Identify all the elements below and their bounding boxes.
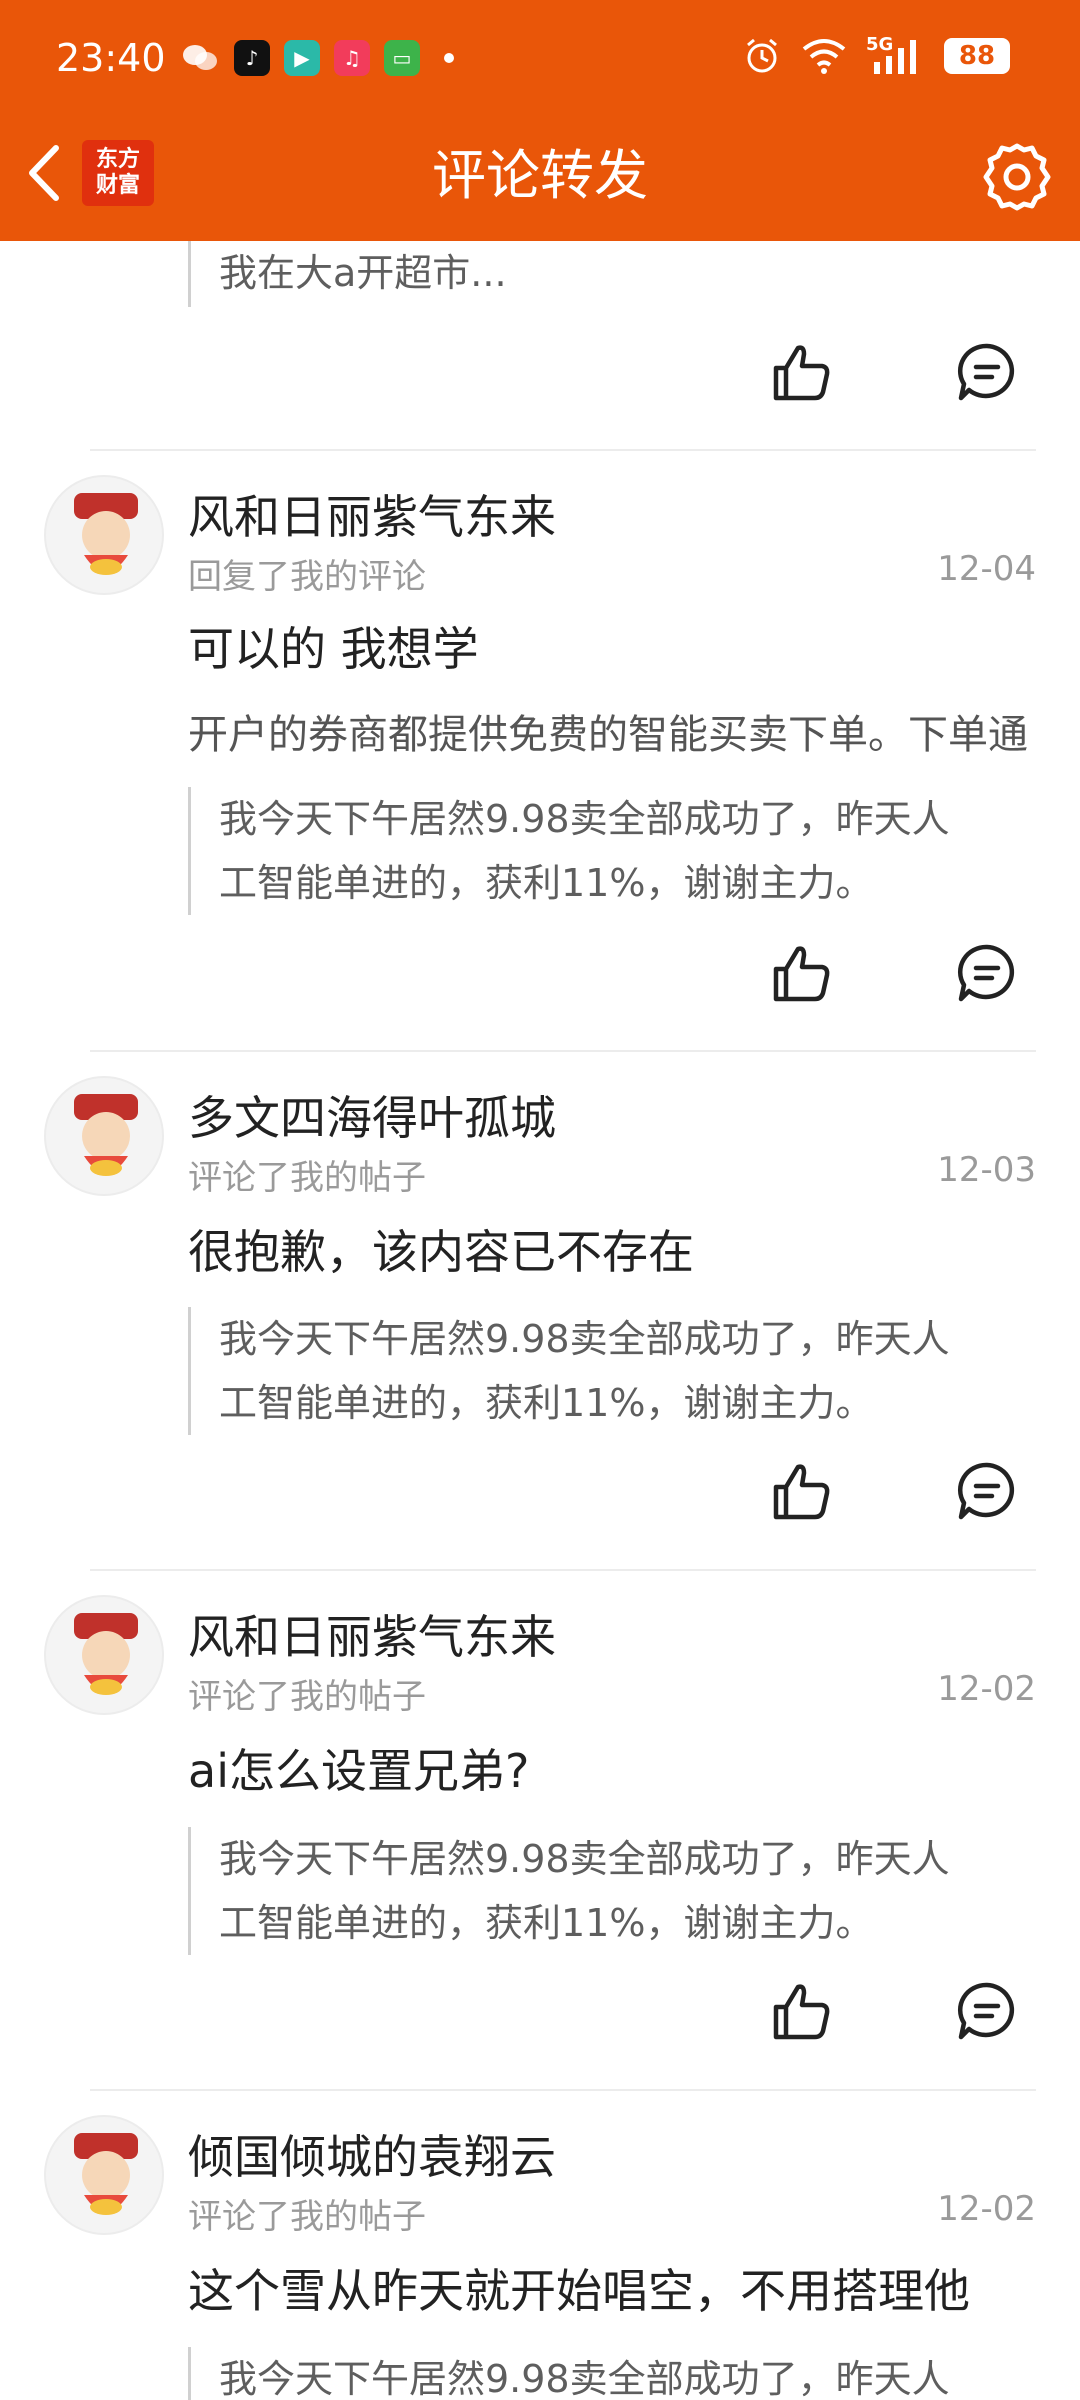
avatar[interactable] xyxy=(44,475,164,595)
app-header: 23:40 ♪ ▶ ♫ ▭ 5G 88 东方 财富 评论转发 xyxy=(0,0,1080,241)
quoted-line: 我今天下午居然9.98卖全部成功了，昨天人 xyxy=(219,797,950,841)
username[interactable]: 风和日丽紫气东来 xyxy=(188,1601,556,1667)
quoted-post-text: 我在大a开超市... xyxy=(219,251,507,295)
divider xyxy=(90,1569,1036,1571)
quoted-line: 我今天下午居然9.98卖全部成功了，昨天人 xyxy=(219,1837,950,1881)
logo-line1: 东方 xyxy=(95,147,140,172)
page-title: 评论转发 xyxy=(432,144,648,207)
avatar-caishen-icon xyxy=(74,1094,138,1176)
wifi-icon xyxy=(802,39,846,74)
username[interactable]: 风和日丽紫气东来 xyxy=(188,481,556,547)
quoted-post: 我在大a开超市... xyxy=(188,241,1028,307)
status-app-icons: ♪ ▶ ♫ ▭ xyxy=(180,40,454,76)
divider xyxy=(90,1050,1036,1052)
comment-feed[interactable]: 我在大a开超市... 风和日丽紫气东来 回复了我的评论 12-04 可以的 我想… xyxy=(0,241,1080,2400)
back-icon[interactable] xyxy=(18,138,68,208)
gear-icon[interactable] xyxy=(980,140,1054,214)
like-icon[interactable] xyxy=(770,1459,834,1523)
avatar-caishen-icon xyxy=(74,493,138,575)
action-text: 评论了我的帖子 xyxy=(188,1677,426,1717)
message-icon: ▭ xyxy=(384,40,420,76)
avatar-caishen-icon xyxy=(74,2133,138,2215)
like-icon[interactable] xyxy=(770,340,834,404)
quoted-line: 工智能单进的，获利11%，谢谢主力。 xyxy=(219,1901,874,1945)
tiktok-icon: ♪ xyxy=(234,40,270,76)
avatar[interactable] xyxy=(44,1595,164,1715)
username[interactable]: 倾国倾城的袁翔云 xyxy=(188,2121,556,2187)
comment-text: ai怎么设置兄弟? xyxy=(188,1744,530,1798)
comment-icon[interactable] xyxy=(955,340,1019,404)
avatar-caishen-icon xyxy=(74,1613,138,1695)
music-icon: ♫ xyxy=(334,40,370,76)
comment-text: 可以的 我想学 xyxy=(188,622,479,676)
quoted-line: 工智能单进的，获利11%，谢谢主力。 xyxy=(219,861,874,905)
video-icon: ▶ xyxy=(284,40,320,76)
action-text: 评论了我的帖子 xyxy=(188,2197,426,2237)
comment-icon[interactable] xyxy=(955,1979,1019,2043)
comment-icon[interactable] xyxy=(955,1459,1019,1523)
wechat-icon xyxy=(180,40,220,76)
divider xyxy=(90,2089,1036,2091)
divider xyxy=(90,449,1036,451)
date: 12-02 xyxy=(937,1669,1036,1709)
alarm-icon xyxy=(747,38,777,73)
status-right-group: 5G 88 xyxy=(742,34,1010,76)
avatar[interactable] xyxy=(44,2115,164,2235)
comment-text: 很抱歉，该内容已不存在 xyxy=(188,1225,694,1279)
status-time: 23:40 xyxy=(56,36,166,80)
date: 12-03 xyxy=(937,1150,1036,1190)
like-icon[interactable] xyxy=(770,1979,834,2043)
quoted-post: 我今天下午居然9.98卖全部成功了，昨天人 工智能单进的，获利11%，谢谢主力。 xyxy=(188,787,1028,915)
comment-extra-text: 开户的券商都提供免费的智能买卖下单。下单通 xyxy=(188,712,1028,758)
action-text: 回复了我的评论 xyxy=(188,557,426,597)
eastmoney-logo: 东方 财富 xyxy=(82,140,154,206)
comment-icon[interactable] xyxy=(955,941,1019,1005)
date: 12-04 xyxy=(937,549,1036,589)
date: 12-02 xyxy=(937,2189,1036,2229)
quoted-post: 我今天下午居然9.98卖全部成功了，昨天人 xyxy=(188,2347,1028,2400)
quoted-line: 我今天下午居然9.98卖全部成功了，昨天人 xyxy=(219,1317,950,1361)
quoted-post: 我今天下午居然9.98卖全部成功了，昨天人 工智能单进的，获利11%，谢谢主力。 xyxy=(188,1827,1028,1955)
username[interactable]: 多文四海得叶孤城 xyxy=(188,1082,556,1148)
comment-text: 这个雪从昨天就开始唱空，不用搭理他 xyxy=(188,2264,970,2318)
like-icon[interactable] xyxy=(770,941,834,1005)
avatar[interactable] xyxy=(44,1076,164,1196)
quoted-line: 我今天下午居然9.98卖全部成功了，昨天人 xyxy=(219,2357,950,2400)
notification-dot xyxy=(444,53,454,63)
quoted-line: 工智能单进的，获利11%，谢谢主力。 xyxy=(219,1381,874,1425)
battery-indicator: 88 xyxy=(944,38,1010,74)
signal-icon xyxy=(874,40,916,74)
action-text: 评论了我的帖子 xyxy=(188,1158,426,1198)
quoted-post: 我今天下午居然9.98卖全部成功了，昨天人 工智能单进的，获利11%，谢谢主力。 xyxy=(188,1307,1028,1435)
logo-line2: 财富 xyxy=(95,173,140,198)
signal-5g: 5G xyxy=(866,34,926,76)
